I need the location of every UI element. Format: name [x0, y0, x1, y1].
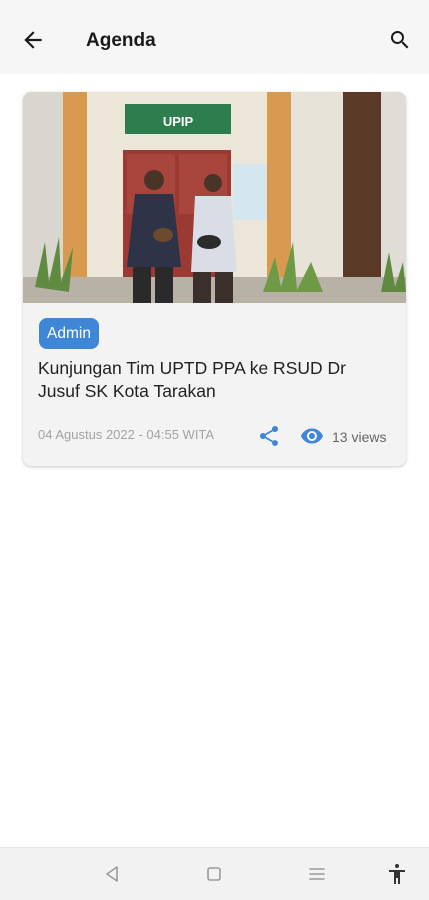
arrow-left-icon: [24, 31, 42, 49]
post-image[interactable]: UPIP: [23, 92, 406, 303]
share-icon: [259, 425, 279, 446]
menu-lines-icon: [309, 868, 325, 880]
search-icon: [391, 31, 409, 49]
post-title[interactable]: Kunjungan Tim UPTD PPA ke RSUD Dr Jusuf …: [38, 357, 378, 403]
system-nav-bar: [0, 847, 429, 900]
accessibility-icon: [389, 864, 405, 884]
share-button[interactable]: [257, 424, 281, 448]
sign-text: UPIP: [163, 114, 194, 129]
photo-illustration: UPIP: [23, 92, 406, 303]
nav-accessibility-button[interactable]: [385, 862, 409, 886]
back-button[interactable]: [20, 27, 46, 53]
nav-back-button[interactable]: [100, 862, 124, 886]
page-title: Agenda: [86, 30, 156, 51]
app-bar: Agenda: [0, 0, 429, 74]
square-home-icon: [207, 867, 221, 881]
eye-icon: [301, 428, 323, 444]
nav-home-button[interactable]: [202, 862, 226, 886]
post-date: 04 Agustus 2022 - 04:55 WITA: [38, 427, 215, 442]
search-button[interactable]: [388, 28, 412, 52]
author-badge[interactable]: Admin: [39, 318, 99, 349]
nav-recents-button[interactable]: [305, 862, 329, 886]
views-count: 13 views: [332, 429, 387, 445]
triangle-back-icon: [106, 866, 118, 882]
agenda-card[interactable]: UPIP Admin Kunjungan Tim UPTD PPA ke RSU…: [23, 92, 406, 466]
